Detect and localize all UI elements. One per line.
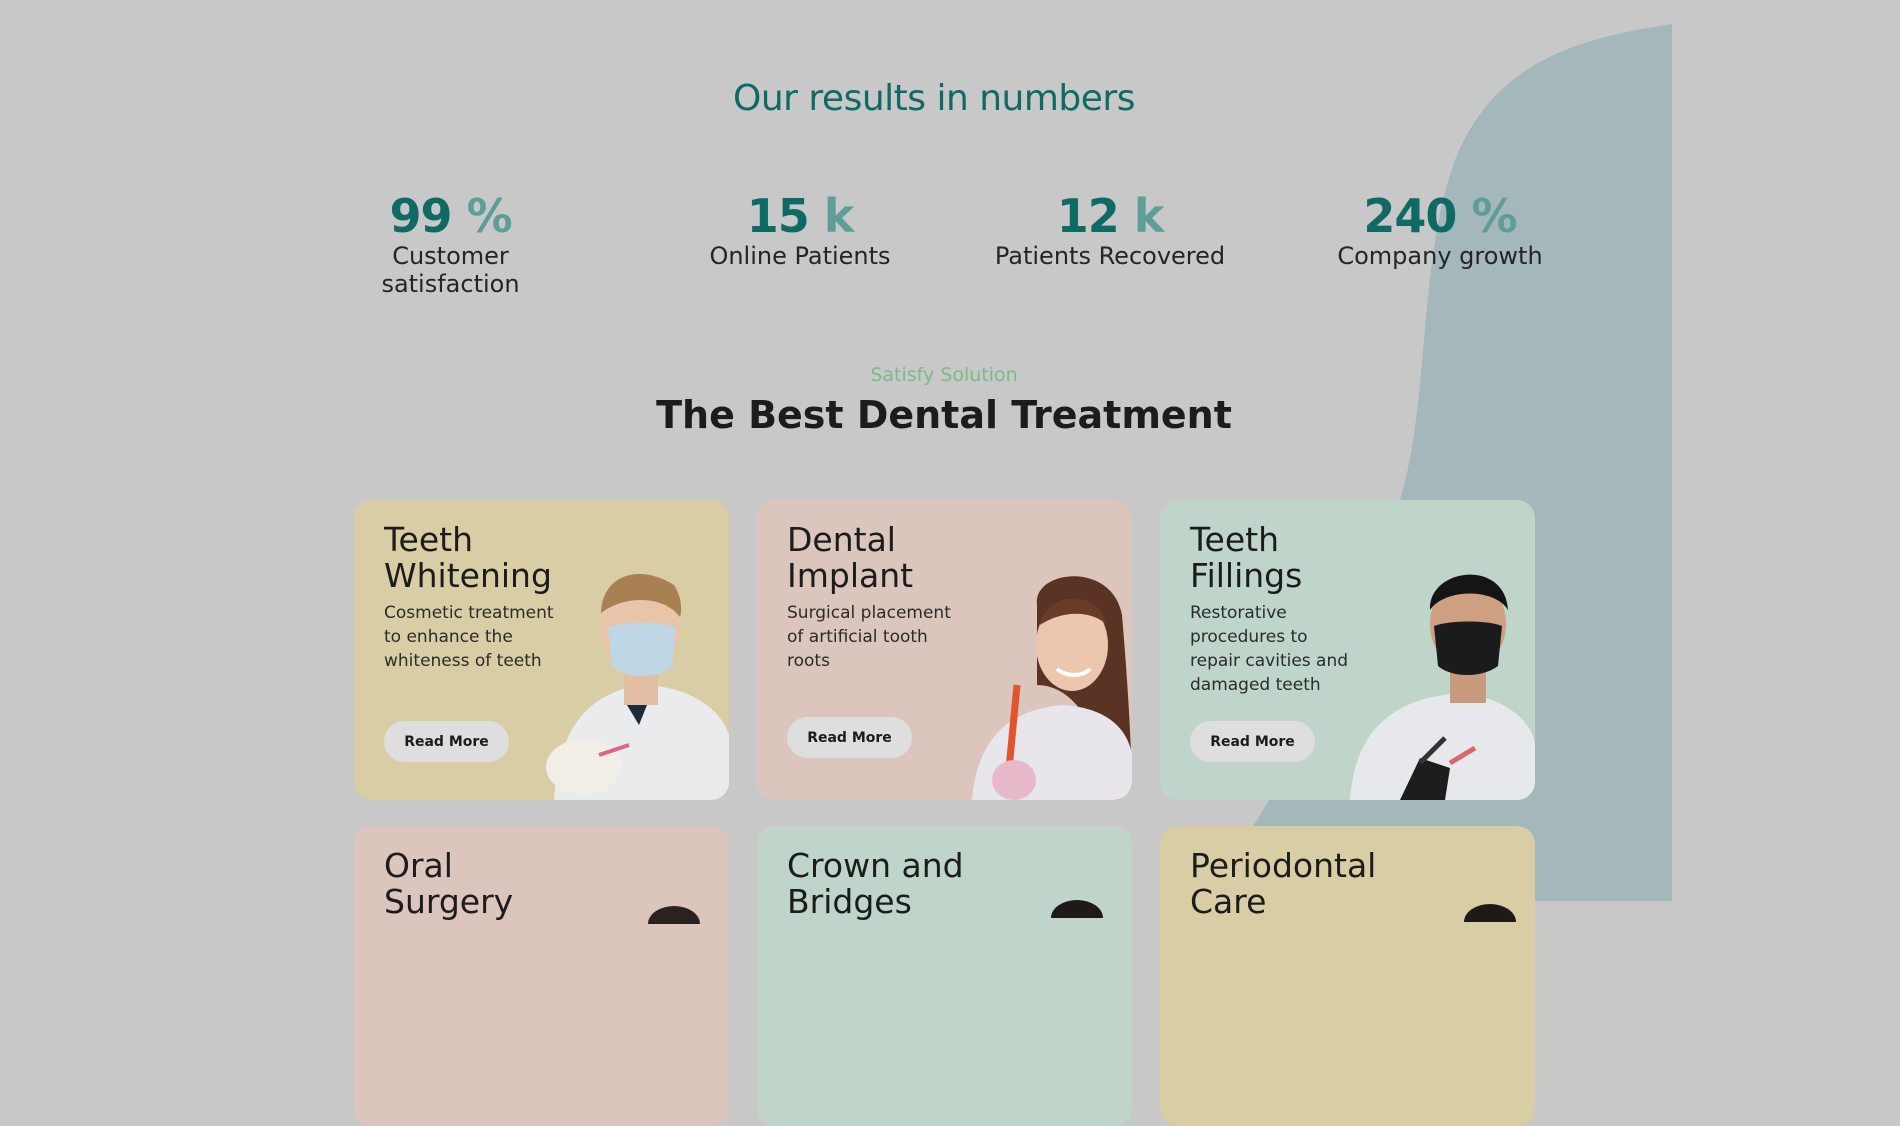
card-teeth-whitening[interactable]: Teeth Whitening Cosmetic treatment to en… bbox=[354, 500, 729, 800]
card-description: Cosmetic treatment to enhance the whiten… bbox=[384, 603, 554, 671]
card-description: Restorative procedures to repair cavitie… bbox=[1190, 603, 1349, 695]
stat-unit: % bbox=[1471, 189, 1517, 243]
stat-number: 15 bbox=[746, 189, 810, 243]
card-oral-surgery[interactable]: Oral Surgery bbox=[354, 826, 729, 1126]
stat-customer-satisfaction: 99 % Customer satisfaction bbox=[328, 188, 573, 298]
card-periodontal-care[interactable]: Periodontal Care bbox=[1160, 826, 1535, 1126]
read-more-button[interactable]: Read More bbox=[787, 717, 912, 758]
read-more-button[interactable]: Read More bbox=[384, 721, 509, 762]
stat-label: Customer satisfaction bbox=[381, 242, 520, 298]
stat-number: 240 bbox=[1363, 189, 1457, 243]
card-title: Periodontal Care bbox=[1190, 846, 1377, 921]
section-eyebrow: Satisfy Solution bbox=[870, 364, 1018, 386]
stat-company-growth: 240 % Company growth bbox=[1330, 188, 1550, 270]
dentist-photo bbox=[1350, 574, 1535, 800]
dentist-photo bbox=[972, 576, 1132, 800]
stat-label: Patients Recovered bbox=[994, 242, 1226, 270]
results-heading: Our results in numbers bbox=[733, 78, 1135, 119]
read-more-button[interactable]: Read More bbox=[1190, 721, 1315, 762]
card-title: Oral Surgery bbox=[384, 846, 514, 921]
stat-number: 12 bbox=[1056, 189, 1120, 243]
stat-unit: % bbox=[466, 189, 512, 243]
dentist-photo bbox=[546, 574, 729, 800]
card-crown-and-bridges[interactable]: Crown and Bridges bbox=[757, 826, 1132, 1126]
card-title: Crown and Bridges bbox=[787, 846, 964, 921]
stat-patients-recovered: 12 k Patients Recovered bbox=[990, 188, 1230, 270]
stat-unit: k bbox=[1133, 189, 1165, 243]
dentist-photo bbox=[1051, 900, 1103, 918]
stat-label: Company growth bbox=[1337, 242, 1543, 270]
card-description: Surgical placement of artificial tooth r… bbox=[787, 603, 951, 671]
dentist-photo bbox=[648, 906, 700, 924]
stat-unit: k bbox=[823, 189, 855, 243]
dentist-photo bbox=[1464, 904, 1516, 922]
card-teeth-fillings[interactable]: Teeth Fillings Restorative procedures to… bbox=[1160, 500, 1535, 800]
treatment-heading: The Best Dental Treatment bbox=[656, 393, 1232, 437]
card-dental-implant[interactable]: Dental Implant Surgical placement of art… bbox=[757, 500, 1132, 800]
stat-label: Online Patients bbox=[709, 242, 891, 270]
stat-number: 99 bbox=[389, 189, 452, 243]
stat-online-patients: 15 k Online Patients bbox=[700, 188, 900, 270]
